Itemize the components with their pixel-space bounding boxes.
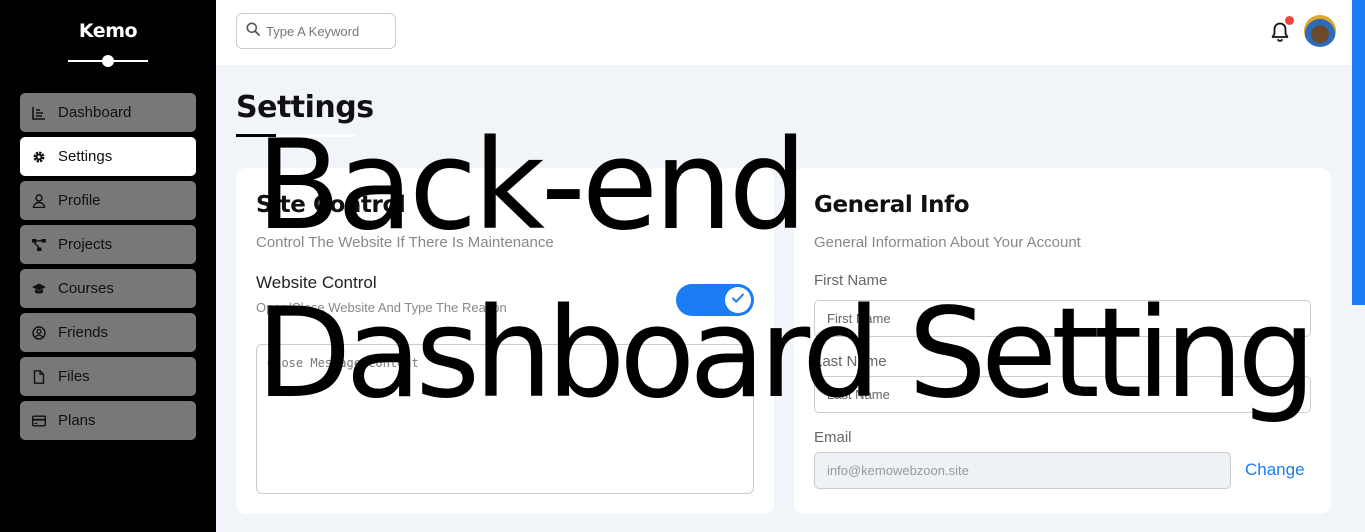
- search-box[interactable]: [236, 13, 396, 49]
- general-info-card: General Info General Information About Y…: [794, 168, 1331, 514]
- toggle-knob: [725, 287, 751, 313]
- website-control-description: Open/Close Website And Type The Reason: [256, 300, 507, 315]
- sidebar-item-courses[interactable]: Courses: [20, 269, 196, 308]
- sidebar-item-label: Profile: [58, 192, 101, 209]
- scrollbar-thumb[interactable]: [1352, 0, 1365, 305]
- sidebar-item-settings[interactable]: Settings: [20, 137, 196, 176]
- email-label: Email: [814, 429, 852, 446]
- search-icon: [246, 22, 260, 41]
- credit-card-icon: [32, 414, 46, 428]
- site-control-card: Site Control Control The Website If Ther…: [236, 168, 774, 514]
- card-subtitle: General Information About Your Account: [814, 234, 1081, 251]
- card-title: General Info: [814, 192, 970, 218]
- website-control-label: Website Control: [256, 273, 377, 292]
- card-subtitle: Control The Website If There Is Maintena…: [256, 234, 554, 251]
- sidebar-item-label: Files: [58, 368, 90, 385]
- brand-logo: Kemo: [78, 20, 138, 42]
- website-control-toggle[interactable]: [676, 284, 754, 316]
- diagram-project-icon: [32, 238, 46, 252]
- last-name-label: Last Name: [814, 353, 887, 370]
- close-message-textarea[interactable]: [256, 344, 754, 494]
- sidebar-item-dashboard[interactable]: Dashboard: [20, 93, 196, 132]
- chart-line-icon: [32, 106, 46, 120]
- gear-icon: [32, 150, 46, 164]
- first-name-label: First Name: [814, 272, 888, 289]
- circle-user-icon: [32, 325, 46, 340]
- sidebar-nav: Dashboard Settings Profile Projects Cour…: [20, 93, 196, 445]
- sidebar-item-label: Dashboard: [58, 104, 132, 121]
- first-name-field[interactable]: [814, 300, 1311, 337]
- change-email-link[interactable]: Change: [1245, 460, 1305, 480]
- sidebar-item-label: Plans: [58, 412, 96, 429]
- sidebar-item-files[interactable]: Files: [20, 357, 196, 396]
- page-title: Settings: [236, 90, 374, 125]
- file-icon: [32, 369, 46, 384]
- title-underline-accent: [236, 134, 276, 137]
- sidebar-item-plans[interactable]: Plans: [20, 401, 196, 440]
- avatar[interactable]: [1304, 15, 1336, 47]
- sidebar-item-label: Projects: [58, 236, 113, 253]
- notification-badge: [1285, 16, 1294, 25]
- email-field: [814, 452, 1231, 489]
- sidebar-item-label: Friends: [58, 324, 109, 341]
- check-icon: [730, 290, 746, 311]
- top-header: [216, 0, 1352, 65]
- scrollbar-track[interactable]: [1352, 305, 1365, 532]
- brand-divider-dot: [102, 55, 114, 67]
- last-name-field[interactable]: [814, 376, 1311, 413]
- sidebar: Kemo Dashboard Settings Profile Projects…: [0, 0, 216, 532]
- graduation-cap-icon: [32, 282, 46, 296]
- user-icon: [32, 193, 46, 208]
- search-input[interactable]: [266, 23, 386, 39]
- sidebar-item-label: Settings: [58, 148, 113, 165]
- sidebar-item-profile[interactable]: Profile: [20, 181, 196, 220]
- card-title: Site Control: [256, 192, 406, 218]
- sidebar-item-label: Courses: [58, 280, 114, 297]
- sidebar-item-friends[interactable]: Friends: [20, 313, 196, 352]
- sidebar-item-projects[interactable]: Projects: [20, 225, 196, 264]
